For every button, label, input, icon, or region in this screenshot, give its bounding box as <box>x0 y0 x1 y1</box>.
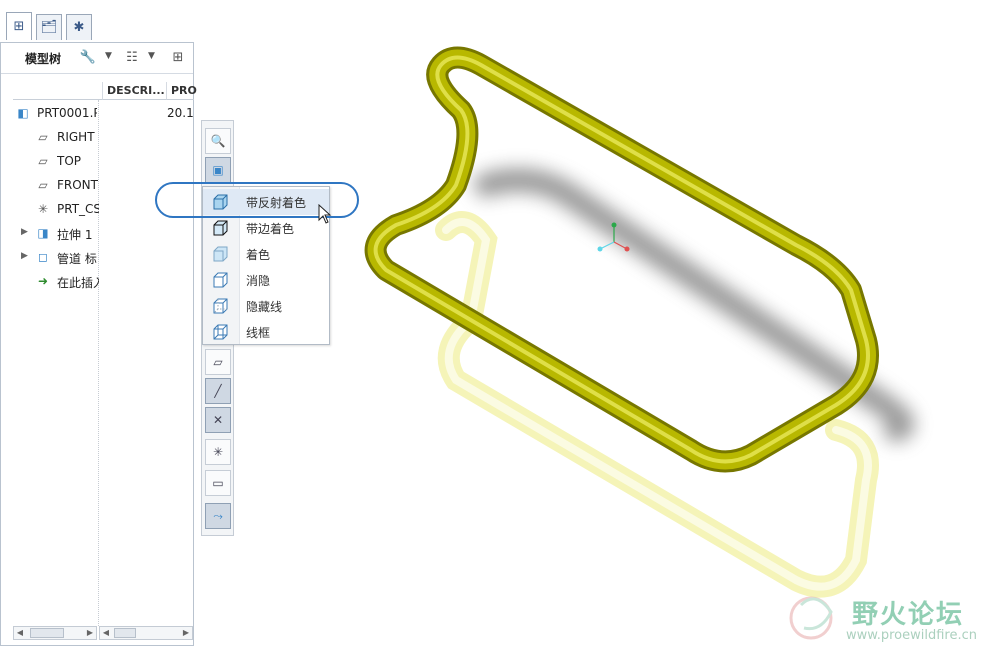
part-icon: ◧ <box>17 106 29 120</box>
watermark-logo <box>789 596 833 640</box>
chevron-down-icon[interactable]: ▼ <box>148 51 155 61</box>
expand-arrow-icon[interactable]: ▶ <box>21 227 28 237</box>
tree-row-insert-here[interactable]: ➜ 在此插入 <box>1 271 195 291</box>
expand-arrow-icon[interactable]: ▶ <box>21 251 28 261</box>
csys-display-button[interactable]: ✳ <box>205 439 231 465</box>
pipe-icon: ◻ <box>38 250 48 264</box>
scroll-left-icon[interactable]: ◀ <box>100 628 112 638</box>
tree-row-pipe[interactable]: ▶ ◻ 管道 标 <box>1 247 195 267</box>
tree-scrollbar[interactable]: ◀ ▶ <box>13 626 97 640</box>
model-tree-tab-icon: ⊞ <box>13 19 25 34</box>
scroll-left-icon[interactable]: ◀ <box>14 628 26 638</box>
favorites-tab-icon: ✱ <box>73 20 85 35</box>
menu-item-shading[interactable]: 着色 <box>203 241 329 267</box>
pipe-body <box>367 49 876 470</box>
tab-model-tree[interactable]: ⊞ <box>6 12 32 40</box>
plane-display-button[interactable]: ▱ <box>205 349 231 375</box>
tab-favorites[interactable]: ✱ <box>66 14 92 40</box>
scroll-right-icon[interactable]: ▶ <box>180 628 192 638</box>
scrollbar-thumb[interactable] <box>114 628 136 638</box>
annotation-display-button[interactable]: ▭ <box>205 470 231 496</box>
axis-display-button[interactable]: ╱ <box>205 378 231 404</box>
scrollbar-thumb[interactable] <box>30 628 64 638</box>
model-reflection <box>435 211 879 598</box>
model-tree-title: 模型树 <box>25 52 62 66</box>
navigator-tabs: ⊞ 🗂 ✱ <box>0 10 196 42</box>
annotation-display-icon: ▭ <box>212 476 224 490</box>
point-display-icon: ✕ <box>212 413 224 427</box>
tree-row-extrude[interactable]: ▶ ◨ 拉伸 1 <box>1 223 195 243</box>
model-tree-panel: 模型树 🔧 ▼ ☷ ▼ ⊞ DESCRI... PRO ◧ PRT0001.PI… <box>0 42 197 646</box>
watermark-url: www.proewildfire.cn <box>846 628 977 643</box>
menu-item-wireframe[interactable]: 线框 <box>203 319 329 345</box>
spin-center-icon: ⤳ <box>213 508 223 523</box>
spin-center-button[interactable]: ⤳ <box>205 503 231 529</box>
tree-column-header[interactable] <box>13 82 102 100</box>
datum-plane-icon: ▱ <box>38 178 48 192</box>
insert-here-icon: ➜ <box>37 274 49 288</box>
no-hidden-icon <box>213 272 228 288</box>
plane-display-icon: ▱ <box>213 355 223 369</box>
model-tree-toolbar: 模型树 🔧 ▼ ☷ ▼ ⊞ <box>1 43 193 74</box>
display-style-icon: ▣ <box>212 163 224 177</box>
coordinate-system-icon: ✳ <box>37 202 49 216</box>
chevron-down-icon[interactable]: ▼ <box>105 51 112 61</box>
tree-row-right[interactable]: ▱ RIGHT <box>1 127 195 147</box>
hidden-line-icon <box>213 298 228 314</box>
columns-scrollbar[interactable]: ◀ ▶ <box>99 626 193 640</box>
show-icon[interactable]: ⊞ <box>169 48 187 66</box>
column-header-description[interactable]: DESCRI... <box>102 82 166 100</box>
scroll-right-icon[interactable]: ▶ <box>84 628 96 638</box>
watermark-title: 野火论坛 <box>852 600 965 630</box>
column-header-pro[interactable]: PRO <box>166 82 197 100</box>
settings-icon[interactable]: ☷ <box>123 48 141 66</box>
graphics-window[interactable] <box>236 0 996 656</box>
axis-display-icon: ╱ <box>214 384 222 398</box>
wireframe-icon <box>213 324 228 340</box>
datum-plane-icon: ▱ <box>38 130 48 144</box>
tree-row-part[interactable]: ◧ PRT0001.PI 20.1! <box>1 103 195 123</box>
tab-folder-browser[interactable]: 🗂 <box>36 14 62 40</box>
mouse-cursor-icon <box>318 204 332 224</box>
tree-row-top[interactable]: ▱ TOP <box>1 151 195 171</box>
tools-icon[interactable]: 🔧 <box>79 48 97 66</box>
menu-item-shading-with-edges[interactable]: 带边着色 <box>203 215 329 241</box>
datum-plane-icon: ▱ <box>38 154 48 168</box>
shading-icon <box>213 246 228 262</box>
zoom-icon: 🔍 <box>210 134 226 148</box>
menu-item-hidden-line[interactable]: 隐藏线 <box>203 293 329 319</box>
zoom-button[interactable]: 🔍 <box>205 128 231 154</box>
csys-display-icon: ✳ <box>212 445 224 459</box>
extrude-icon: ◨ <box>37 226 49 240</box>
folder-browser-tab-icon: 🗂 <box>40 20 58 35</box>
display-style-button[interactable]: ▣ <box>205 157 231 183</box>
menu-item-no-hidden[interactable]: 消隐 <box>203 267 329 293</box>
point-display-button[interactable]: ✕ <box>205 407 231 433</box>
shading-with-edges-icon <box>213 220 228 236</box>
